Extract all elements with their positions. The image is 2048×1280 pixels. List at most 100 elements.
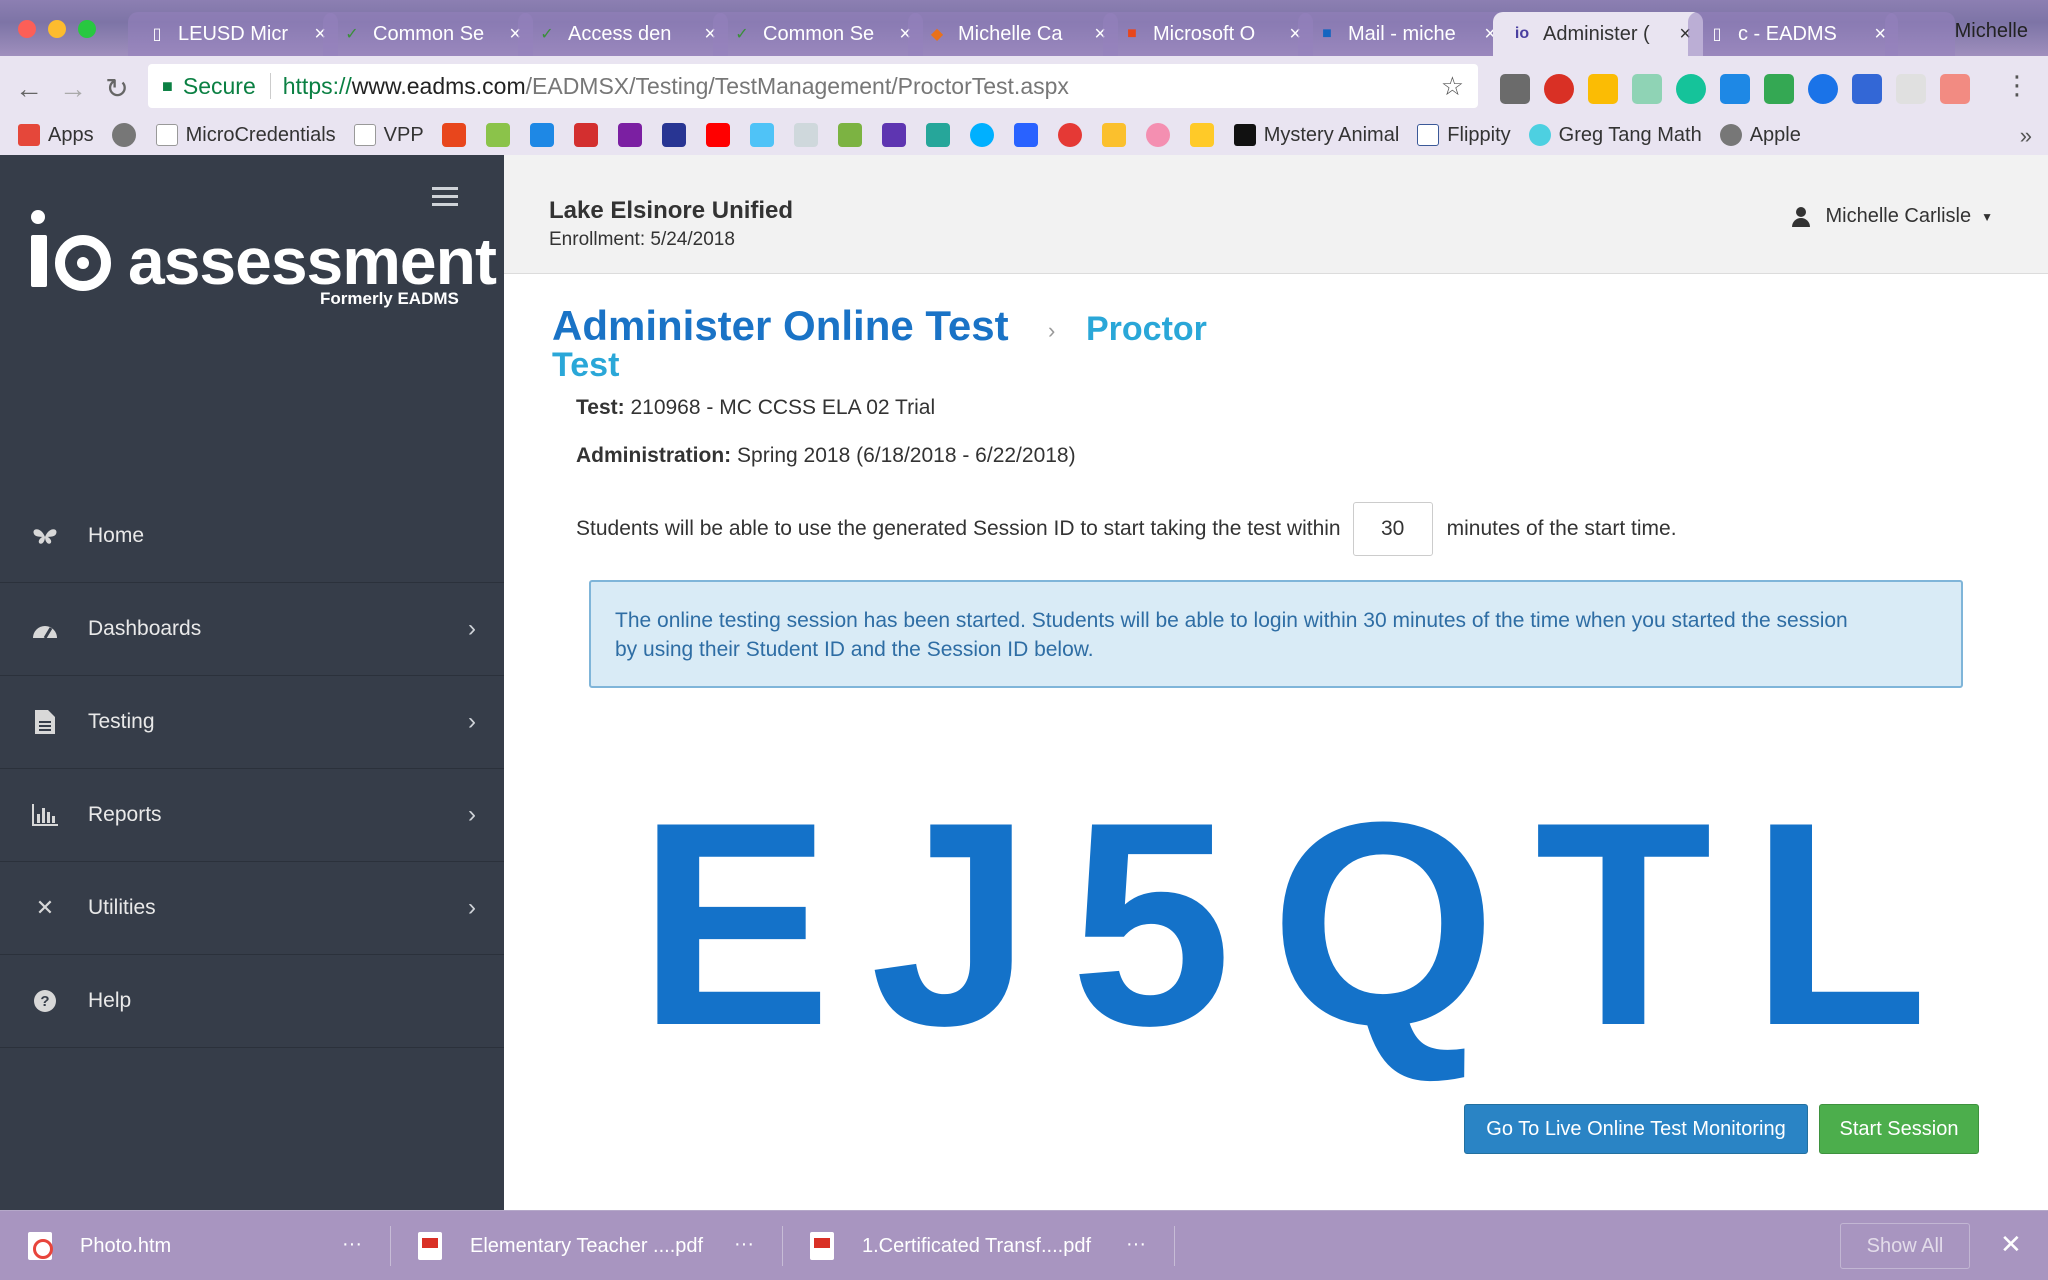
bookmark-vpp[interactable]: VPP	[353, 123, 424, 147]
download-options-icon[interactable]: ···	[734, 1233, 754, 1256]
robot-bookmark-icon[interactable]	[925, 123, 950, 147]
tab-title: LEUSD Micr	[178, 22, 289, 45]
rl-bookmark-icon[interactable]	[793, 123, 818, 147]
browser-tab-strip: ▯ LEUSD Micr × ✓ Common Se × ✓ Access de…	[0, 0, 2048, 56]
face-bookmark-icon[interactable]	[1189, 123, 1214, 147]
apple-bookmark-icon[interactable]	[111, 123, 136, 147]
screencast-extension-icon[interactable]	[1808, 74, 1838, 104]
c-bookmark-icon[interactable]	[485, 123, 510, 147]
tab-title: Michelle Ca	[958, 22, 1063, 45]
browser-tab-active[interactable]: io Administer ( ×	[1493, 12, 1703, 56]
download-options-icon[interactable]: ···	[1126, 1233, 1146, 1256]
office-bookmark-icon[interactable]	[441, 123, 466, 147]
show-all-downloads-button[interactable]: Show All	[1840, 1223, 1970, 1269]
logo-subtitle: Formerly EADMS	[320, 289, 459, 308]
l-italic-bookmark-icon[interactable]	[661, 123, 686, 147]
m-bookmark-icon[interactable]	[617, 123, 642, 147]
bookmark-label: VPP	[383, 123, 424, 146]
drive-extension-icon[interactable]	[1588, 74, 1618, 104]
address-bar[interactable]: ■ Secure https:// www.eadms.com /EADMSX/…	[148, 64, 1478, 108]
wave-extension-icon[interactable]	[1852, 74, 1882, 104]
reload-icon[interactable]: ↻	[102, 74, 132, 104]
user-menu[interactable]: Michelle Carlisle ▼	[1791, 205, 1993, 228]
tab-title: Common Se	[763, 22, 875, 45]
browser-tab[interactable]: ◆ Michelle Ca ×	[908, 12, 1118, 56]
browser-tab[interactable]: ▯ LEUSD Micr ×	[128, 12, 338, 56]
grammarly-extension-icon[interactable]	[1676, 74, 1706, 104]
download-item[interactable]: Elementary Teacher ....pdf	[418, 1211, 703, 1280]
url-path: /EADMSX/Testing/TestManagement/ProctorTe…	[525, 72, 1069, 99]
district-name: Lake Elsinore Unified	[549, 197, 794, 224]
tab-title: Mail - miche	[1348, 22, 1456, 45]
bird-bookmark-icon[interactable]	[749, 123, 774, 147]
bookmark-flippity[interactable]: Flippity	[1417, 124, 1511, 147]
ruler-bookmark-icon[interactable]	[1057, 123, 1082, 147]
sidebar-item-dashboards[interactable]: Dashboards ›	[0, 583, 504, 676]
sidebar-item-label: Utilities	[88, 896, 156, 919]
new-tab-button[interactable]	[1885, 12, 1955, 56]
frog-bookmark-icon[interactable]	[837, 123, 862, 147]
minutes-input[interactable]	[1352, 502, 1433, 556]
minimize-window-icon[interactable]	[48, 20, 66, 38]
sidebar-item-reports[interactable]: Reports ›	[0, 769, 504, 862]
session-id-char: J	[870, 762, 1032, 1086]
city-bookmark-icon[interactable]	[1101, 123, 1126, 147]
sidebar-item-home[interactable]: Home	[0, 490, 504, 583]
page-header: Lake Elsinore Unified Enrollment: 5/24/2…	[504, 155, 2048, 274]
bookmark-mystery-animal[interactable]: Mystery Animal	[1233, 124, 1399, 147]
profile-name[interactable]: Michelle	[1955, 20, 2028, 43]
session-id-char: L	[1750, 762, 1928, 1086]
sidebar-item-utilities[interactable]: ✕ Utilities ›	[0, 862, 504, 955]
chevron-right-icon: ›	[468, 894, 476, 921]
audio-extension-icon[interactable]	[1632, 74, 1662, 104]
shield-icon: ◆	[930, 26, 944, 43]
grammar-extension-icon[interactable]	[1544, 74, 1574, 104]
forward-arrow-icon[interactable]: →	[58, 74, 88, 104]
start-session-button[interactable]: Start Session	[1819, 1104, 1979, 1154]
download-item[interactable]: 1.Certificated Transf....pdf	[810, 1211, 1091, 1280]
pig-bookmark-icon[interactable]	[1145, 123, 1170, 147]
bookmark-star-icon[interactable]: ☆	[1441, 71, 1464, 102]
bookmark-greg-tang[interactable]: Greg Tang Math	[1528, 124, 1702, 147]
bookmarks-bar: Apps MicroCredentials VPP Mystery Animal…	[0, 115, 2048, 155]
browser-tab[interactable]: ▯ c - EADMS ×	[1688, 12, 1898, 56]
edge-bookmark-icon[interactable]	[969, 123, 994, 147]
download-item[interactable]: Photo.htm	[28, 1211, 171, 1280]
close-downloads-icon[interactable]: ✕	[2000, 1229, 2022, 1260]
browser-menu-icon[interactable]: ⋮	[2004, 70, 2030, 101]
bookmark-microcredentials[interactable]: MicroCredentials	[155, 124, 336, 147]
back-arrow-icon[interactable]: ←	[14, 74, 44, 104]
bookmarks-overflow-icon[interactable]: »	[2020, 123, 2032, 149]
apps-grid-icon	[18, 124, 40, 146]
live-monitoring-button[interactable]: Go To Live Online Test Monitoring	[1464, 1104, 1808, 1154]
bookmark-apps[interactable]: Apps	[18, 124, 94, 147]
sidebar-item-testing[interactable]: Testing ›	[0, 676, 504, 769]
tools-icon: ✕	[35, 895, 55, 920]
code-extension-icon[interactable]	[1940, 74, 1970, 104]
shield-extension-icon[interactable]	[1764, 74, 1794, 104]
chevron-right-icon: ›	[468, 708, 476, 735]
infinity-bookmark-icon[interactable]	[881, 123, 906, 147]
x-bookmark-icon[interactable]	[573, 123, 598, 147]
puzzle-extension-icon[interactable]	[1896, 74, 1926, 104]
alert-line-2: by using their Student ID and the Sessio…	[615, 638, 1094, 661]
browser-tab[interactable]: ■ Mail - miche ×	[1298, 12, 1508, 56]
youtube-icon[interactable]	[705, 123, 730, 147]
download-options-icon[interactable]: ···	[342, 1233, 362, 1256]
rocket-extension-icon[interactable]	[1500, 74, 1530, 104]
close-window-icon[interactable]	[18, 20, 36, 38]
session-id-char: 5	[1070, 762, 1232, 1086]
sidebar-item-help[interactable]: ? Help	[0, 955, 504, 1048]
browser-tab[interactable]: ✓ Common Se ×	[713, 12, 923, 56]
hamburger-menu-icon[interactable]	[432, 187, 458, 211]
l-bookmark-icon[interactable]	[529, 123, 554, 147]
maximize-window-icon[interactable]	[78, 20, 96, 38]
bookmark-apple[interactable]: Apple	[1719, 124, 1801, 147]
divider	[1174, 1226, 1175, 1266]
io-assessment-logo[interactable]: assessment	[28, 210, 497, 340]
c-blue-bookmark-icon[interactable]	[1013, 123, 1038, 147]
browser-tab[interactable]: ■ Microsoft O ×	[1103, 12, 1313, 56]
browser-tab[interactable]: ✓ Access den ×	[518, 12, 728, 56]
s-extension-icon[interactable]	[1720, 74, 1750, 104]
browser-tab[interactable]: ✓ Common Se ×	[323, 12, 533, 56]
